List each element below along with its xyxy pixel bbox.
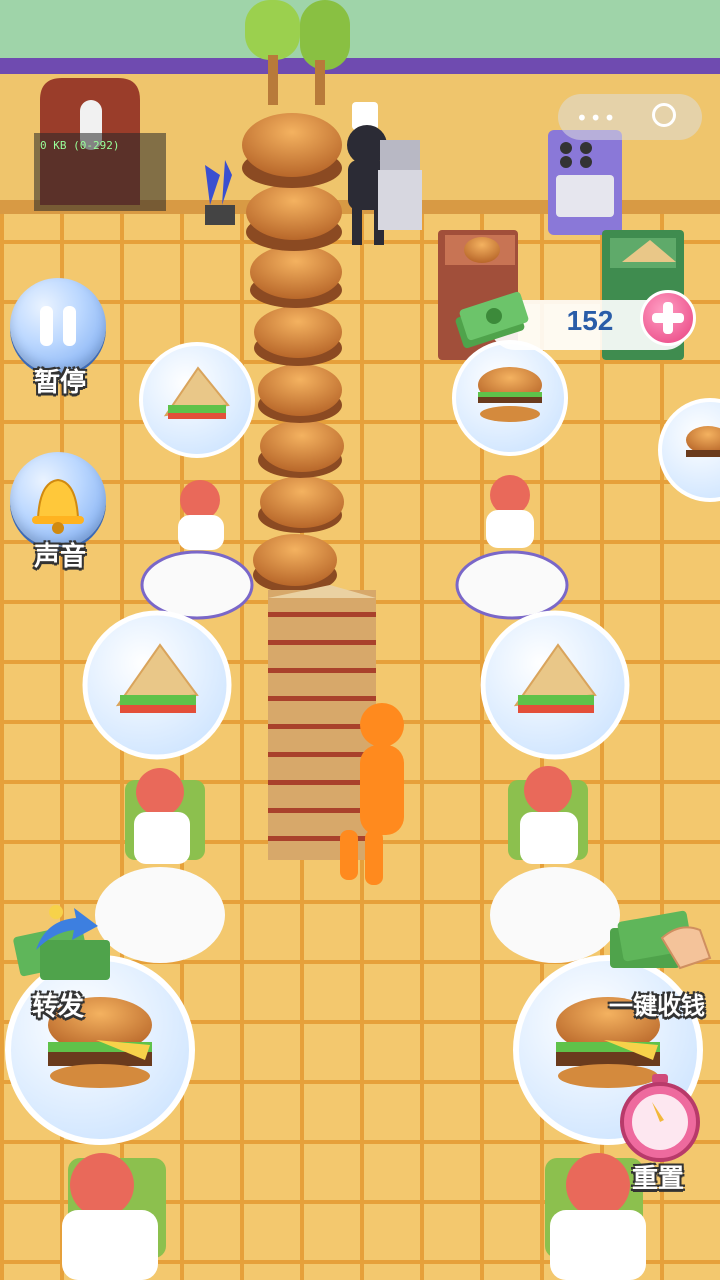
mini-program-capsule[interactable]: ••• [558,94,702,140]
pause-label: 暂停 [33,368,86,398]
stove [548,130,622,235]
plus-icon [652,302,684,334]
sound-label: 声音 [33,542,86,572]
order-bubble-burger-1 [452,340,568,456]
sound-button[interactable] [10,452,106,548]
stopwatch-icon [620,1074,700,1162]
collect-money-button[interactable] [600,898,712,988]
customer-bottom-left [62,1153,166,1280]
order-bubble-sandwich-3 [480,610,630,760]
back-wall [0,0,720,60]
cash-share-icon [13,905,110,980]
reset-label: 重置 [631,1164,684,1194]
add-money-button[interactable] [640,290,696,346]
reset-button[interactable] [612,1068,708,1164]
pause-icon [40,306,76,346]
close-circle-icon[interactable] [652,103,676,127]
share-label: 转发 [31,992,84,1022]
debug-overlay: 0 KB (0-292) [34,133,166,211]
pause-button[interactable] [10,278,106,374]
cash-hand-icon [610,910,712,970]
share-button[interactable] [6,900,116,990]
debug-text: 0 KB (0-292) [40,139,120,152]
cash-stack-icon [452,282,532,352]
more-icon[interactable]: ••• [576,106,617,130]
collect-money-label: 一键收钱 [609,992,705,1020]
bell-icon [32,478,84,534]
order-bubble-sandwich-2 [82,610,232,760]
money-value: 152 [566,305,614,336]
order-bubble-sandwich-1 [139,342,255,458]
sandwich-stack [268,585,376,860]
